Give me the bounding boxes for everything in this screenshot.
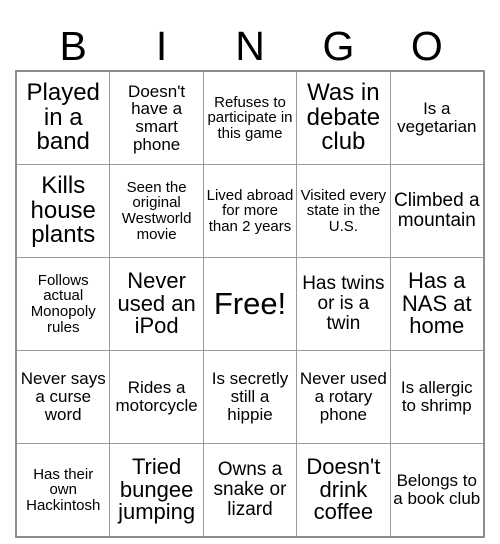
header-letter-b: B (59, 23, 87, 69)
bingo-cell-label: Never used an iPod (117, 267, 196, 339)
bingo-card: B I N G O Played in a band Doesn't have … (0, 0, 500, 544)
bingo-cell-label: Tried bungee jumping (118, 453, 196, 525)
header-letter-g: G (322, 23, 355, 69)
bingo-cell[interactable]: Refuses to participate in this game (202, 70, 298, 165)
bingo-cell[interactable]: Climbed a mountain (389, 164, 485, 258)
bingo-row: Follows actual Monopoly rules Never used… (15, 257, 485, 351)
bingo-cell-label: Refuses to participate in this game (207, 93, 293, 142)
bingo-cell-label: Is a vegetarian (397, 99, 477, 136)
bingo-cell[interactable]: Is a vegetarian (389, 70, 485, 165)
bingo-row: Has their own Hackintosh Tried bungee ju… (15, 443, 485, 538)
bingo-cell[interactable]: Is secretly still a hippie (202, 350, 298, 444)
bingo-cell[interactable]: Never used a rotary phone (296, 350, 391, 444)
bingo-cell-label: Follows actual Monopoly rules (30, 271, 96, 336)
bingo-cell[interactable]: Has twins or is a twin (296, 257, 391, 351)
bingo-cell[interactable]: Never used an iPod (109, 257, 204, 351)
bingo-cell-label: Never says a curse word (20, 369, 106, 424)
bingo-cell-label: Doesn't have a smart phone (128, 81, 186, 154)
bingo-cell-label: Has a NAS at home (401, 267, 472, 339)
bingo-cell-label: Owns a snake or lizard (213, 459, 287, 520)
bingo-cell-label: Has twins or is a twin (302, 273, 385, 334)
header-letter-n: N (235, 23, 265, 69)
bingo-cell-label: Visited every state in the U.S. (300, 186, 387, 235)
bingo-cell-label: Never used a rotary phone (299, 369, 387, 424)
bingo-cell[interactable]: Follows actual Monopoly rules (15, 257, 111, 351)
bingo-cell[interactable]: Doesn't have a smart phone (109, 70, 204, 165)
bingo-cell-label: Seen the original Westworld movie (121, 178, 192, 243)
bingo-grid: Played in a band Doesn't have a smart ph… (15, 70, 485, 538)
bingo-cell-label: Belongs to a book club (393, 471, 481, 508)
bingo-cell-label: Rides a motorcycle (115, 378, 198, 415)
bingo-cell[interactable]: Kills house plants (15, 164, 111, 258)
bingo-cell-label: Is secretly still a hippie (211, 369, 289, 424)
bingo-cell-label: Was in debate club (306, 78, 381, 156)
header-letter-i: I (155, 23, 168, 69)
bingo-cell[interactable]: Owns a snake or lizard (202, 443, 298, 538)
bingo-header: B I N G O (29, 0, 471, 70)
header-letter-o: O (410, 23, 443, 69)
bingo-free-label: Free! (213, 285, 287, 321)
bingo-row: Played in a band Doesn't have a smart ph… (15, 70, 485, 165)
bingo-cell[interactable]: Tried bungee jumping (109, 443, 204, 538)
bingo-cell[interactable]: Played in a band (15, 70, 111, 165)
bingo-cell[interactable]: Belongs to a book club (389, 443, 485, 538)
bingo-cell[interactable]: Visited every state in the U.S. (296, 164, 391, 258)
bingo-cell[interactable]: Is allergic to shrimp (389, 350, 485, 444)
bingo-cell-label: Played in a band (26, 78, 100, 156)
bingo-cell[interactable]: Doesn't drink coffee (296, 443, 391, 538)
bingo-cell-free[interactable]: Free! (202, 257, 298, 351)
bingo-cell[interactable]: Lived abroad for more than 2 years (202, 164, 298, 258)
bingo-cell-label: Kills house plants (30, 171, 96, 249)
bingo-cell[interactable]: Seen the original Westworld movie (109, 164, 204, 258)
bingo-cell-label: Doesn't drink coffee (306, 453, 381, 525)
bingo-cell[interactable]: Has their own Hackintosh (15, 443, 111, 538)
bingo-row: Kills house plants Seen the original Wes… (15, 164, 485, 258)
bingo-cell[interactable]: Rides a motorcycle (109, 350, 204, 444)
bingo-cell[interactable]: Has a NAS at home (389, 257, 485, 351)
bingo-cell[interactable]: Was in debate club (296, 70, 391, 165)
bingo-cell[interactable]: Never says a curse word (15, 350, 111, 444)
bingo-cell-label: Lived abroad for more than 2 years (206, 186, 294, 235)
bingo-cell-label: Has their own Hackintosh (26, 465, 101, 514)
bingo-cell-label: Is allergic to shrimp (400, 378, 473, 415)
bingo-cell-label: Climbed a mountain (394, 190, 480, 231)
bingo-row: Never says a curse word Rides a motorcyc… (15, 350, 485, 444)
